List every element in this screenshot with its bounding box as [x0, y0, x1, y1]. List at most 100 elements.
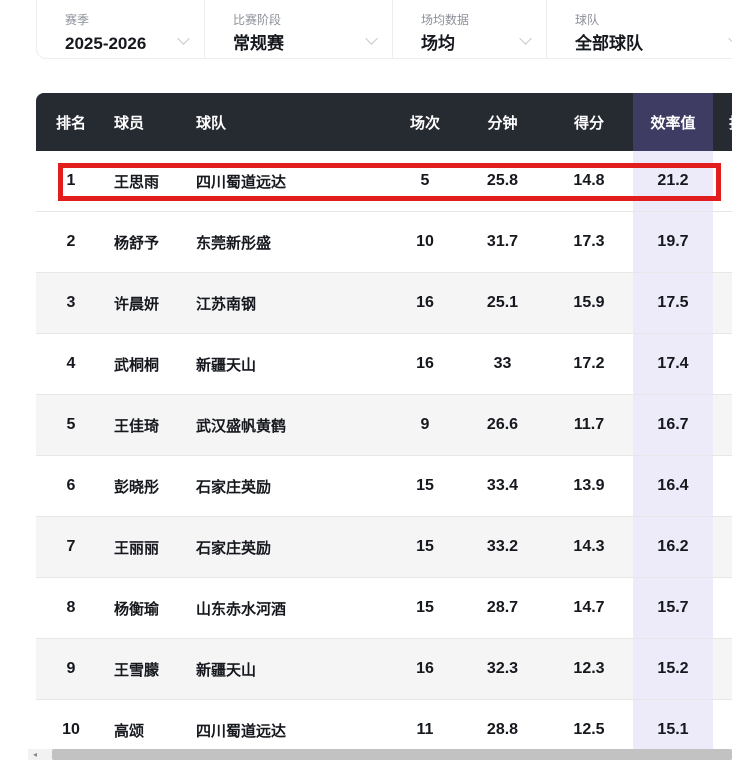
points-cell: 17.2: [545, 333, 633, 395]
table-row: 2 杨舒予 东莞新彤盛 10 31.7 17.3 19.7: [36, 211, 732, 273]
games-cell: 16: [390, 272, 460, 334]
column-header-player[interactable]: 球员: [106, 93, 186, 151]
team-cell: 武汉盛帆黄鹤: [186, 394, 390, 456]
team-cell: 江苏南钢: [186, 272, 390, 334]
season-select[interactable]: 赛季 2025-2026: [37, 0, 204, 58]
table-row: 4 武桐桐 新疆天山 16 33 17.2 17.4: [36, 333, 732, 395]
table-row: 8 杨衡瑜 山东赤水河酒 15 28.7 14.7 15.7: [36, 577, 732, 639]
points-cell: 12.5: [545, 699, 633, 753]
efficiency-cell: 16.4: [633, 455, 713, 517]
season-label: 赛季: [65, 13, 90, 27]
next-partial-cell: [713, 151, 732, 212]
rank-cell: 6: [36, 455, 106, 517]
table-header-row: 排名 球员 球队 场次 分钟 得分 效率值 投篮: [36, 93, 732, 151]
player-cell: 王雪朦: [106, 638, 186, 700]
horizontal-scrollbar[interactable]: ◂: [28, 749, 732, 760]
table-body: 1 王思雨 四川蜀道远达 5 25.8 14.8 21.2 2 杨舒予 东莞新彤…: [36, 151, 732, 753]
points-cell: 13.9: [545, 455, 633, 517]
table-row: 9 王雪朦 新疆天山 16 32.3 12.3 15.2: [36, 638, 732, 700]
games-cell: 16: [390, 638, 460, 700]
player-stats-table: 排名 球员 球队 场次 分钟 得分 效率值 投篮 1 王思雨 四川蜀道远达 5 …: [36, 93, 732, 753]
next-partial-cell: [713, 394, 732, 456]
points-cell: 14.3: [545, 516, 633, 578]
stat-mode-select[interactable]: 场均数据 场均: [392, 0, 546, 58]
team-cell: 山东赤水河酒: [186, 577, 390, 639]
column-header-games[interactable]: 场次: [390, 93, 460, 151]
games-cell: 15: [390, 516, 460, 578]
games-cell: 9: [390, 394, 460, 456]
efficiency-cell: 15.7: [633, 577, 713, 639]
minutes-cell: 28.8: [460, 699, 545, 753]
minutes-cell: 25.8: [460, 151, 545, 212]
table-row: 3 许晨妍 江苏南钢 16 25.1 15.9 17.5: [36, 272, 732, 334]
team-select[interactable]: 球队 全部球队: [546, 0, 732, 58]
efficiency-cell: 21.2: [633, 151, 713, 212]
column-header-minutes[interactable]: 分钟: [460, 93, 545, 151]
team-cell: 东莞新彤盛: [186, 211, 390, 273]
player-cell: 杨衡瑜: [106, 577, 186, 639]
table-row: 5 王佳琦 武汉盛帆黄鹤 9 26.6 11.7 16.7: [36, 394, 732, 456]
next-partial-cell: [713, 455, 732, 517]
minutes-cell: 28.7: [460, 577, 545, 639]
minutes-cell: 33: [460, 333, 545, 395]
rank-cell: 9: [36, 638, 106, 700]
rank-cell: 5: [36, 394, 106, 456]
points-cell: 14.7: [545, 577, 633, 639]
player-cell: 武桐桐: [106, 333, 186, 395]
rank-cell: 10: [36, 699, 106, 753]
efficiency-cell: 15.2: [633, 638, 713, 700]
efficiency-cell: 17.5: [633, 272, 713, 334]
column-header-next-partial[interactable]: 投篮: [713, 93, 732, 151]
team-cell: 石家庄英励: [186, 516, 390, 578]
rank-cell: 1: [36, 151, 106, 212]
player-cell: 彭晓彤: [106, 455, 186, 517]
efficiency-cell: 16.2: [633, 516, 713, 578]
points-cell: 15.9: [545, 272, 633, 334]
team-value: 全部球队: [575, 34, 643, 53]
team-cell: 四川蜀道远达: [186, 699, 390, 753]
player-cell: 王思雨: [106, 151, 186, 212]
next-partial-cell: [713, 272, 732, 334]
team-label: 球队: [575, 13, 600, 27]
player-cell: 王丽丽: [106, 516, 186, 578]
player-cell: 高颂: [106, 699, 186, 753]
points-cell: 14.8: [545, 151, 633, 212]
team-cell: 新疆天山: [186, 333, 390, 395]
player-cell: 杨舒予: [106, 211, 186, 273]
column-header-rank[interactable]: 排名: [36, 93, 106, 151]
games-cell: 5: [390, 151, 460, 212]
rank-cell: 4: [36, 333, 106, 395]
column-header-efficiency[interactable]: 效率值: [633, 93, 713, 151]
team-cell: 四川蜀道远达: [186, 151, 390, 212]
minutes-cell: 26.6: [460, 394, 545, 456]
filter-bar: 赛季 2025-2026 比赛阶段 常规赛 场均数据 场均 球队 全部球队: [36, 0, 732, 59]
games-cell: 15: [390, 455, 460, 517]
table-row: 10 高颂 四川蜀道远达 11 28.8 12.5 15.1: [36, 699, 732, 753]
points-cell: 12.3: [545, 638, 633, 700]
next-partial-cell: [713, 699, 732, 753]
rank-cell: 8: [36, 577, 106, 639]
rank-cell: 7: [36, 516, 106, 578]
stat-mode-label: 场均数据: [421, 13, 470, 27]
minutes-cell: 33.4: [460, 455, 545, 517]
player-cell: 许晨妍: [106, 272, 186, 334]
team-cell: 石家庄英励: [186, 455, 390, 517]
minutes-cell: 25.1: [460, 272, 545, 334]
rank-cell: 2: [36, 211, 106, 273]
scrollbar-thumb[interactable]: [52, 749, 732, 760]
scroll-left-arrow-icon[interactable]: ◂: [28, 749, 42, 760]
team-cell: 新疆天山: [186, 638, 390, 700]
next-partial-cell: [713, 577, 732, 639]
games-cell: 11: [390, 699, 460, 753]
efficiency-cell: 19.7: [633, 211, 713, 273]
points-cell: 11.7: [545, 394, 633, 456]
next-partial-cell: [713, 211, 732, 273]
column-header-team[interactable]: 球队: [186, 93, 390, 151]
minutes-cell: 31.7: [460, 211, 545, 273]
stage-label: 比赛阶段: [233, 13, 282, 27]
minutes-cell: 33.2: [460, 516, 545, 578]
next-partial-cell: [713, 638, 732, 700]
table-row: 7 王丽丽 石家庄英励 15 33.2 14.3 16.2: [36, 516, 732, 578]
column-header-points[interactable]: 得分: [545, 93, 633, 151]
stage-select[interactable]: 比赛阶段 常规赛: [204, 0, 392, 58]
